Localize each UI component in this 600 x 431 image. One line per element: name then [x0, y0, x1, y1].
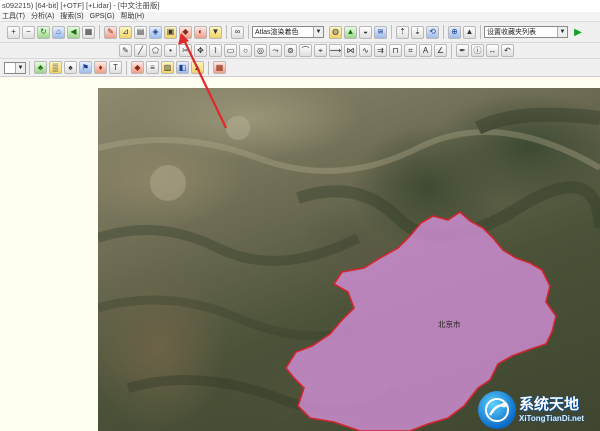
- pencil-icon[interactable]: ✎: [104, 25, 117, 39]
- zoom-out-icon[interactable]: −: [22, 25, 35, 39]
- map-view[interactable]: 北京市: [98, 88, 600, 431]
- vegetation-icon[interactable]: ♣: [34, 61, 47, 74]
- chevron-down-icon[interactable]: ▼: [313, 27, 323, 37]
- buffer-icon[interactable]: ◎: [254, 44, 267, 57]
- toolbar-separator: [391, 25, 392, 39]
- window-title: s092215) [64-bit] [+OTF] [+Lidar] - [中文注…: [0, 0, 600, 12]
- toolbar-separator: [443, 25, 444, 39]
- brand-logo-icon: [478, 390, 516, 429]
- circle-icon[interactable]: ○: [239, 44, 252, 57]
- contour-icon[interactable]: ≋: [374, 25, 387, 39]
- offset-icon[interactable]: ⇉: [374, 44, 387, 57]
- toolbar-separator: [208, 60, 209, 75]
- back-icon[interactable]: ◀: [67, 25, 80, 39]
- highlight-icon[interactable]: ▲: [191, 61, 204, 74]
- edit-vertex-icon[interactable]: ✎: [119, 44, 132, 57]
- terrain-icon[interactable]: ▲: [344, 25, 357, 39]
- reshape-icon[interactable]: ⌇: [209, 44, 222, 57]
- refresh-icon[interactable]: ↻: [37, 25, 50, 39]
- area-style-icon[interactable]: ◧: [176, 61, 189, 74]
- digitizer-toolbar: ✎ ╱ ⬠ • ✂ ✥ ⌇ ▭ ○ ◎ ⤳ ⊚ ⌒ ⌖ ⟿ ⋈ ∿ ⇉ ⊓ ⌗ …: [0, 43, 600, 59]
- chevron-down-icon[interactable]: ▼: [557, 27, 567, 37]
- brand-name: 系统天地: [519, 395, 580, 413]
- favorites-select-value: 设置收藏夹列表: [487, 29, 536, 36]
- label-icon[interactable]: A: [419, 44, 432, 57]
- globe-icon: [485, 397, 509, 422]
- color-grid-icon[interactable]: ▦: [213, 61, 226, 74]
- snap-icon[interactable]: ⌖: [314, 44, 327, 57]
- line-style-icon[interactable]: ≡: [146, 61, 159, 74]
- toolbar-separator: [248, 25, 249, 39]
- menu-help[interactable]: 帮助(H): [121, 12, 145, 21]
- scale-down-icon[interactable]: ⇣: [411, 25, 424, 39]
- area-shader-icon[interactable]: ◐: [194, 25, 207, 39]
- pen-icon[interactable]: ✒: [456, 44, 469, 57]
- trace-icon[interactable]: ⟿: [329, 44, 342, 57]
- favorites-select[interactable]: 设置收藏夹列表 ▼: [484, 26, 568, 38]
- shader-select[interactable]: Atlas渲染着色 ▼: [252, 26, 324, 38]
- shader-select-value: Atlas渲染着色: [255, 29, 299, 36]
- hatch-icon[interactable]: ▨: [161, 61, 174, 74]
- north-arrow-icon[interactable]: ▲: [463, 25, 476, 39]
- style-select[interactable]: ▼: [4, 61, 26, 74]
- chevron-down-icon[interactable]: ▼: [15, 62, 25, 73]
- measure-icon[interactable]: ⊿: [119, 25, 132, 39]
- attribute-icon[interactable]: ⓘ: [471, 44, 484, 57]
- play-icon[interactable]: ▶: [572, 26, 584, 38]
- palette-icon[interactable]: ◍: [329, 25, 342, 39]
- menu-analysis[interactable]: 分析(A): [31, 12, 54, 21]
- toolbar-separator: [29, 60, 30, 75]
- table-icon[interactable]: ▤: [134, 25, 147, 39]
- crop-icon[interactable]: ⌗: [404, 44, 417, 57]
- angle-icon[interactable]: ∠: [434, 44, 447, 57]
- home-icon[interactable]: ⌂: [52, 25, 65, 39]
- feature-tool-icon[interactable]: ◆: [179, 25, 192, 39]
- flag-icon[interactable]: ⚑: [79, 61, 92, 74]
- draw-point-icon[interactable]: •: [164, 44, 177, 57]
- move-icon[interactable]: ✥: [194, 44, 207, 57]
- rotate-icon[interactable]: ⟲: [426, 25, 439, 39]
- texture-icon[interactable]: ▒: [49, 61, 62, 74]
- rectangle-icon[interactable]: ▭: [224, 44, 237, 57]
- style-toolbar: ▼ ♣ ▒ ♠ ⚑ ♦ T ◆ ≡ ▨ ◧ ▲ ▦: [0, 59, 600, 77]
- map-canvas: [98, 107, 600, 431]
- range-ring-icon[interactable]: ⊚: [284, 44, 297, 57]
- toolbar-separator: [451, 43, 452, 58]
- marker-icon[interactable]: ♦: [94, 61, 107, 74]
- region-label: 北京市: [438, 320, 461, 329]
- menu-tools[interactable]: 工具(T): [2, 12, 25, 21]
- draw-area-icon[interactable]: ⬠: [149, 44, 162, 57]
- symbol-icon[interactable]: ♠: [64, 61, 77, 74]
- toolbar-separator: [99, 25, 100, 39]
- brand-url: XiTongTianDi.net: [519, 413, 585, 423]
- layers-icon[interactable]: ◈: [149, 25, 162, 39]
- profile-icon[interactable]: ⌒: [299, 44, 312, 57]
- menu-bar: 工具(T) 分析(A) 搜索(S) GPS(G) 帮助(H): [0, 12, 600, 22]
- toolbar-separator: [480, 25, 481, 39]
- font-icon[interactable]: T: [109, 61, 122, 74]
- filter-icon[interactable]: ▼: [209, 25, 222, 39]
- toolbar-separator: [126, 60, 127, 75]
- main-toolbar: + − ↻ ⌂ ◀ ▦ ✎ ⊿ ▤ ◈ ▣ ◆ ◐ ▼ ∞ Atlas渲染着色 …: [0, 22, 600, 43]
- shade-icon[interactable]: ◒: [359, 25, 372, 39]
- crosshair-icon[interactable]: ⊕: [448, 25, 461, 39]
- grid-view-icon[interactable]: ▦: [82, 25, 95, 39]
- menu-gps[interactable]: GPS(G): [90, 12, 115, 21]
- zoom-in-icon[interactable]: +: [7, 25, 20, 39]
- image-icon[interactable]: ▣: [164, 25, 177, 39]
- undo-icon[interactable]: ↶: [501, 44, 514, 57]
- menu-search[interactable]: 搜索(S): [60, 12, 83, 21]
- draw-line-icon[interactable]: ╱: [134, 44, 147, 57]
- toolbar-separator: [226, 25, 227, 39]
- path-icon[interactable]: ⤳: [269, 44, 282, 57]
- binoculars-icon[interactable]: ∞: [231, 25, 244, 39]
- smooth-icon[interactable]: ∿: [359, 44, 372, 57]
- measure-distance-icon[interactable]: ↔: [486, 44, 499, 57]
- site-watermark: 系统天地 XiTongTianDi.net: [478, 388, 600, 431]
- scale-up-icon[interactable]: ⇡: [396, 25, 409, 39]
- merge-icon[interactable]: ⊓: [389, 44, 402, 57]
- join-icon[interactable]: ⋈: [344, 44, 357, 57]
- split-icon[interactable]: ✂: [179, 44, 192, 57]
- fill-icon[interactable]: ◆: [131, 61, 144, 74]
